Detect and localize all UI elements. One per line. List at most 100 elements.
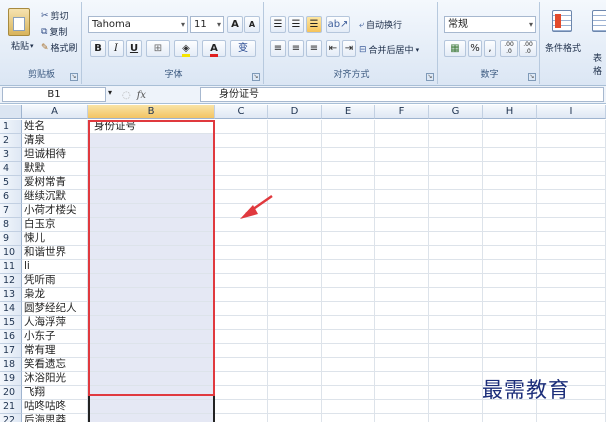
cell-d2[interactable]	[268, 134, 322, 148]
decrease-indent-button[interactable]: ⇤	[326, 40, 340, 57]
cell-f8[interactable]	[375, 218, 429, 232]
border-button[interactable]: ⊞	[146, 40, 170, 57]
cell-f20[interactable]	[375, 386, 429, 400]
row-header[interactable]: 5	[0, 176, 22, 190]
cell-e12[interactable]	[322, 274, 375, 288]
cell-c15[interactable]	[215, 316, 268, 330]
cell-c14[interactable]	[215, 302, 268, 316]
cell-g18[interactable]	[429, 358, 483, 372]
cell-d16[interactable]	[268, 330, 322, 344]
cancel-formula-icon[interactable]: ◌	[122, 90, 131, 101]
cell-b6[interactable]	[88, 190, 215, 204]
cell-f4[interactable]	[375, 162, 429, 176]
cell-e17[interactable]	[322, 344, 375, 358]
increase-indent-button[interactable]: ⇥	[342, 40, 356, 57]
cell-d10[interactable]	[268, 246, 322, 260]
cell-a15[interactable]: 人海浮萍	[22, 316, 88, 330]
cell-i10[interactable]	[537, 246, 606, 260]
cell-b13[interactable]	[88, 288, 215, 302]
cell-d21[interactable]	[268, 400, 322, 414]
align-top-button[interactable]: ☰	[270, 16, 286, 33]
cell-b9[interactable]	[88, 232, 215, 246]
fx-icon[interactable]: fx	[137, 90, 146, 101]
align-left-button[interactable]: ≡	[270, 40, 286, 57]
cell-a8[interactable]: 白玉京	[22, 218, 88, 232]
cell-e4[interactable]	[322, 162, 375, 176]
cell-g2[interactable]	[429, 134, 483, 148]
bold-button[interactable]: B	[90, 40, 106, 57]
cell-b10[interactable]	[88, 246, 215, 260]
row-header[interactable]: 8	[0, 218, 22, 232]
cell-b22[interactable]	[88, 414, 215, 422]
cell-a9[interactable]: 悚儿	[22, 232, 88, 246]
cell-e3[interactable]	[322, 148, 375, 162]
cell-h14[interactable]	[483, 302, 537, 316]
row-header[interactable]: 1	[0, 120, 22, 134]
paste-icon[interactable]	[8, 8, 30, 36]
cell-h2[interactable]	[483, 134, 537, 148]
cell-g22[interactable]	[429, 414, 483, 422]
cell-e6[interactable]	[322, 190, 375, 204]
align-middle-button[interactable]: ☰	[288, 16, 304, 33]
cell-f3[interactable]	[375, 148, 429, 162]
shrink-font-button[interactable]: A	[244, 16, 260, 33]
cell-d13[interactable]	[268, 288, 322, 302]
merge-center-button[interactable]: ⊟ 合并后居中 ▾	[358, 42, 420, 57]
row-header[interactable]: 10	[0, 246, 22, 260]
wrap-text-button[interactable]: ⤶ 自动换行	[358, 17, 403, 32]
cell-g7[interactable]	[429, 204, 483, 218]
cell-f6[interactable]	[375, 190, 429, 204]
cell-c10[interactable]	[215, 246, 268, 260]
cell-h11[interactable]	[483, 260, 537, 274]
cell-f1[interactable]	[375, 120, 429, 134]
cell-b20[interactable]	[88, 386, 215, 400]
row-header[interactable]: 13	[0, 288, 22, 302]
cell-e16[interactable]	[322, 330, 375, 344]
cell-b1[interactable]: 身份证号	[88, 120, 215, 134]
cell-b18[interactable]	[88, 358, 215, 372]
font-name-select[interactable]: Tahoma ▾	[88, 16, 188, 33]
cell-h17[interactable]	[483, 344, 537, 358]
cell-c20[interactable]	[215, 386, 268, 400]
cell-i22[interactable]	[537, 414, 606, 422]
cell-a17[interactable]: 常有理	[22, 344, 88, 358]
row-header[interactable]: 16	[0, 330, 22, 344]
cell-c21[interactable]	[215, 400, 268, 414]
cell-c2[interactable]	[215, 134, 268, 148]
cell-c8[interactable]	[215, 218, 268, 232]
cell-c3[interactable]	[215, 148, 268, 162]
column-header-h[interactable]: H	[483, 105, 537, 119]
name-box[interactable]: B1	[2, 87, 106, 102]
cell-i12[interactable]	[537, 274, 606, 288]
cell-f21[interactable]	[375, 400, 429, 414]
cell-d3[interactable]	[268, 148, 322, 162]
cell-a13[interactable]: 枭龙	[22, 288, 88, 302]
row-header[interactable]: 12	[0, 274, 22, 288]
cell-f18[interactable]	[375, 358, 429, 372]
cell-b4[interactable]	[88, 162, 215, 176]
cell-i4[interactable]	[537, 162, 606, 176]
cell-g16[interactable]	[429, 330, 483, 344]
cell-h12[interactable]	[483, 274, 537, 288]
cell-i17[interactable]	[537, 344, 606, 358]
row-header[interactable]: 7	[0, 204, 22, 218]
cell-i5[interactable]	[537, 176, 606, 190]
cell-d22[interactable]	[268, 414, 322, 422]
cell-a1[interactable]: 姓名	[22, 120, 88, 134]
cell-f14[interactable]	[375, 302, 429, 316]
grow-font-button[interactable]: A	[227, 16, 243, 33]
cell-a11[interactable]: li	[22, 260, 88, 274]
cell-b21[interactable]	[88, 400, 215, 414]
cell-e14[interactable]	[322, 302, 375, 316]
cell-h13[interactable]	[483, 288, 537, 302]
cell-c11[interactable]	[215, 260, 268, 274]
cell-d18[interactable]	[268, 358, 322, 372]
cell-g11[interactable]	[429, 260, 483, 274]
cell-c6[interactable]	[215, 190, 268, 204]
cell-h10[interactable]	[483, 246, 537, 260]
align-center-button[interactable]: ≡	[288, 40, 304, 57]
cell-i2[interactable]	[537, 134, 606, 148]
cell-h15[interactable]	[483, 316, 537, 330]
cell-f22[interactable]	[375, 414, 429, 422]
cell-c9[interactable]	[215, 232, 268, 246]
